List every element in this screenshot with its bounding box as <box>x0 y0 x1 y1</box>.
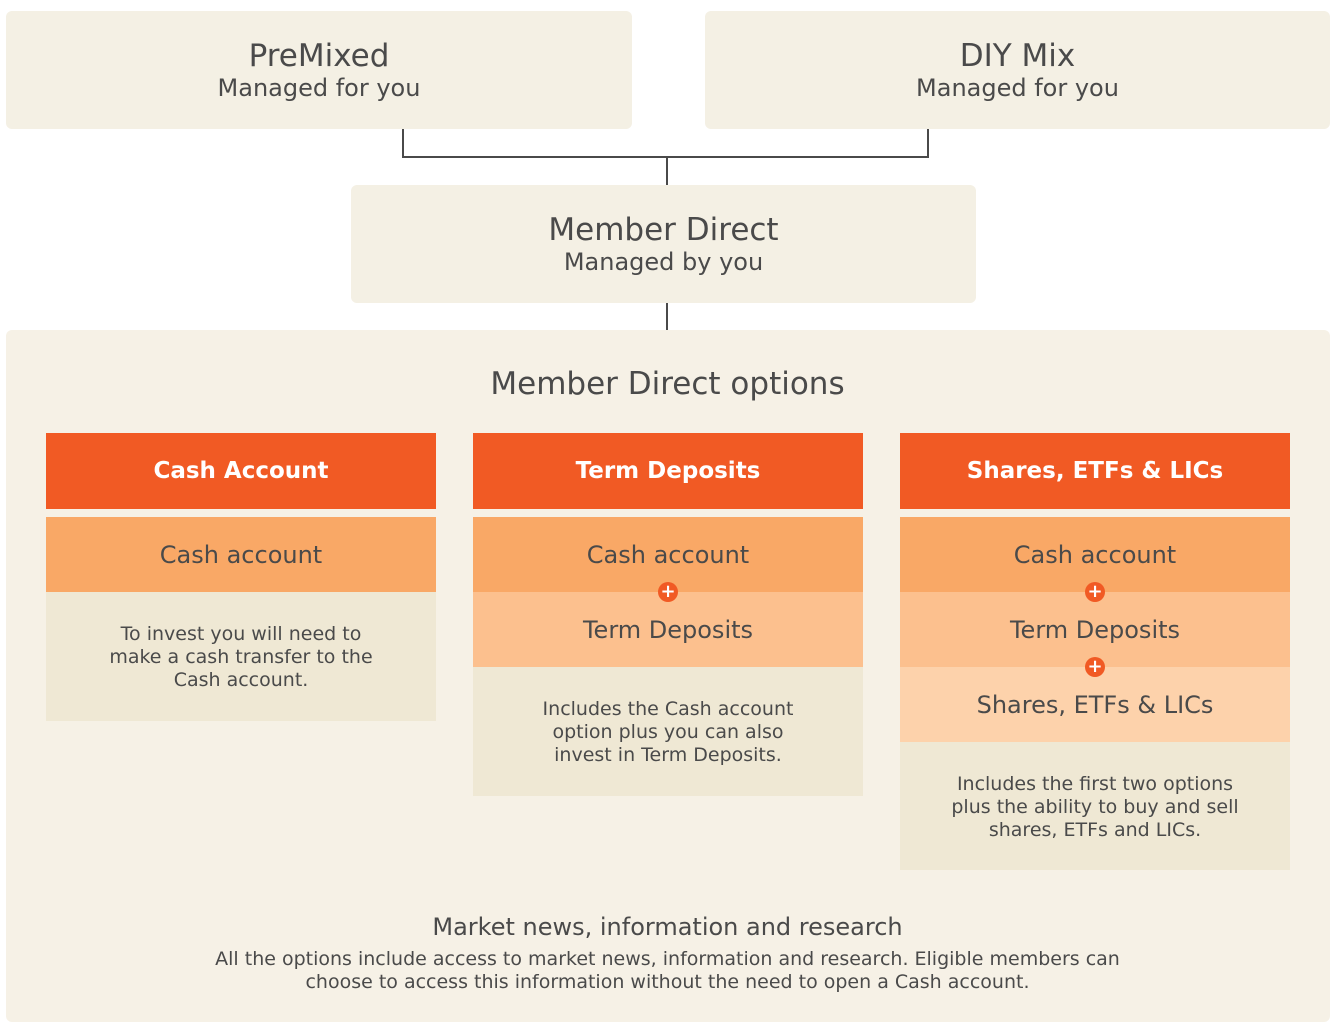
column-shares-etfs-lics: Shares, ETFs & LICs Cash account + Term … <box>900 433 1290 870</box>
tier-label: Cash account <box>586 540 750 569</box>
diagram-page: PreMixed Managed for you DIY Mix Managed… <box>0 0 1335 1023</box>
column-header: Cash Account <box>46 433 436 509</box>
tier-shares-etfs-lics: + Shares, ETFs & LICs <box>900 657 1290 742</box>
description-text: To invest you will need to make a cash t… <box>109 623 373 691</box>
description-text: Includes the first two options plus the … <box>951 773 1239 841</box>
description-text: Includes the Cash account option plus yo… <box>542 698 794 766</box>
tier-label: Term Deposits <box>1009 615 1181 644</box>
diy-mix-title: DIY Mix <box>959 38 1076 74</box>
premixed-title: PreMixed <box>248 38 390 74</box>
connector-to-member-direct <box>666 156 668 185</box>
tier-label: Term Deposits <box>582 615 754 644</box>
column-cash-account: Cash Account Cash account To invest you … <box>46 433 436 721</box>
column-header: Term Deposits <box>473 433 863 509</box>
connector-diy-down <box>927 129 929 157</box>
market-news-title: Market news, information and research <box>432 913 903 941</box>
tier-term-deposits: + Term Deposits <box>473 582 863 667</box>
diy-mix-box: DIY Mix Managed for you <box>705 11 1330 129</box>
column-term-deposits: Term Deposits Cash account + Term Deposi… <box>473 433 863 796</box>
tier-cash-account: Cash account <box>46 517 436 592</box>
member-direct-subtitle: Managed by you <box>563 248 764 276</box>
tier-label: Shares, ETFs & LICs <box>976 690 1214 719</box>
column-description: Includes the first two options plus the … <box>900 742 1290 870</box>
plus-icon: + <box>1085 582 1105 602</box>
plus-icon: + <box>1085 657 1105 677</box>
premixed-box: PreMixed Managed for you <box>6 11 632 129</box>
member-direct-title: Member Direct <box>548 212 779 248</box>
member-direct-box: Member Direct Managed by you <box>351 185 976 303</box>
plus-icon: + <box>658 582 678 602</box>
tier-label: Cash account <box>159 540 323 569</box>
market-news-text: All the options include access to market… <box>215 948 1120 993</box>
premixed-subtitle: Managed for you <box>217 74 421 102</box>
connector-to-options <box>666 303 668 330</box>
connector-premixed-down <box>402 129 404 157</box>
column-header: Shares, ETFs & LICs <box>900 433 1290 509</box>
tier-label: Cash account <box>1013 540 1177 569</box>
diy-mix-subtitle: Managed for you <box>916 74 1119 102</box>
options-title: Member Direct options <box>490 366 845 402</box>
column-description: To invest you will need to make a cash t… <box>46 592 436 721</box>
column-description: Includes the Cash account option plus yo… <box>473 667 863 796</box>
